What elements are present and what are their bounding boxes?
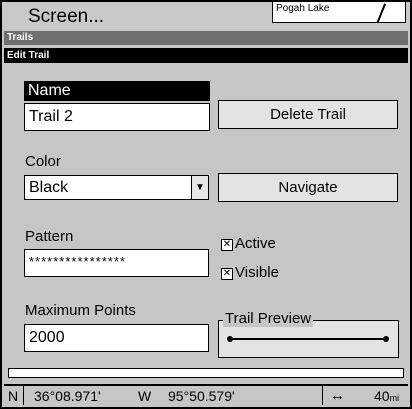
- pattern-label: Pattern: [25, 228, 74, 245]
- trails-title-bar: Trails: [4, 31, 408, 45]
- longitude-readout: 95°50.579': [168, 388, 235, 404]
- pattern-field[interactable]: ****************: [24, 249, 209, 277]
- mini-map-trail-line: [375, 3, 387, 22]
- visible-checkbox-label: Visible: [235, 264, 279, 281]
- device-screen: Screen... Pogah Lake Trails Edit Trail N…: [0, 0, 412, 409]
- zoom-scale-value: 40: [374, 388, 390, 404]
- visible-checkbox-mark[interactable]: ✕: [221, 268, 233, 280]
- latitude-readout: 36°08.971': [34, 388, 101, 404]
- mini-map: Pogah Lake: [272, 2, 406, 23]
- name-field[interactable]: Trail 2: [24, 103, 210, 131]
- edit-trail-dialog: Name Trail 2 Delete Trail Color Black ▼ …: [4, 65, 408, 365]
- trail-preview-end-dot: [383, 336, 389, 342]
- maximum-points-label: Maximum Points: [25, 302, 136, 319]
- dropdown-arrow-icon[interactable]: ▼: [191, 176, 208, 199]
- color-select-value: Black: [29, 179, 69, 196]
- delete-trail-button[interactable]: Delete Trail: [218, 100, 398, 129]
- status-divider: [23, 386, 24, 405]
- status-divider: [322, 386, 323, 405]
- range-arrows-icon: ↔: [330, 387, 345, 404]
- trail-preview-title: Trail Preview: [223, 310, 314, 327]
- mini-map-label: Pogah Lake: [276, 3, 330, 14]
- active-checkbox-label: Active: [235, 235, 276, 252]
- zoom-scale: 40mi: [374, 388, 399, 404]
- color-label: Color: [25, 153, 61, 170]
- color-select[interactable]: Black ▼: [24, 175, 209, 200]
- trail-preview-line: [230, 338, 386, 340]
- trail-preview: Trail Preview: [218, 310, 399, 358]
- active-checkbox[interactable]: ✕ Active: [221, 235, 276, 252]
- top-bar: Screen... Pogah Lake: [2, 2, 410, 29]
- edit-trail-title-bar: Edit Trail: [4, 48, 408, 63]
- message-bar: [8, 368, 404, 378]
- name-label: Name: [24, 81, 210, 101]
- maximum-points-field[interactable]: 2000: [24, 324, 209, 352]
- visible-checkbox[interactable]: ✕ Visible: [221, 264, 279, 281]
- active-checkbox-mark[interactable]: ✕: [221, 239, 233, 251]
- trail-preview-start-dot: [227, 336, 233, 342]
- navigate-button[interactable]: Navigate: [218, 173, 398, 202]
- status-bar: N 36°08.971' W 95°50.579' ↔ 40mi: [4, 384, 408, 405]
- latitude-hemisphere: N: [8, 388, 19, 404]
- zoom-scale-unit: mi: [389, 393, 400, 403]
- longitude-hemisphere: W: [138, 388, 152, 404]
- screen-menu[interactable]: Screen...: [28, 6, 104, 28]
